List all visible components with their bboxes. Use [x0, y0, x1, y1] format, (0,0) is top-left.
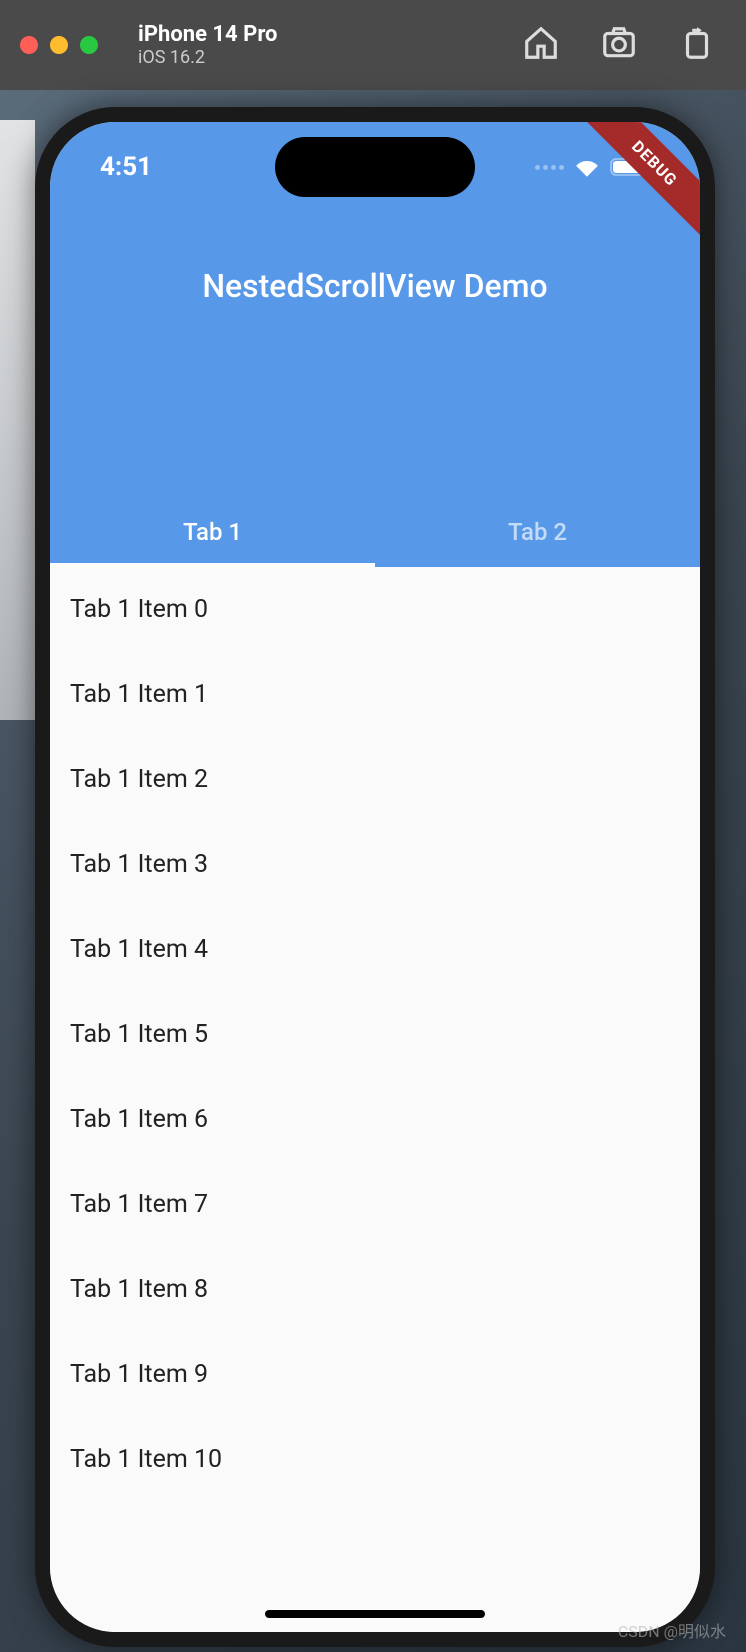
- screenshot-icon[interactable]: [600, 24, 638, 66]
- cellular-signal-icon: [535, 165, 564, 170]
- list-item[interactable]: Tab 1 Item 2: [50, 737, 700, 822]
- simulator-title-block: iPhone 14 Pro iOS 16.2: [138, 22, 277, 68]
- scrollable-list[interactable]: Tab 1 Item 0 Tab 1 Item 1 Tab 1 Item 2 T…: [50, 567, 700, 1632]
- tab-label: Tab 1: [183, 518, 242, 546]
- list-item[interactable]: Tab 1 Item 4: [50, 907, 700, 992]
- rotate-icon[interactable]: [678, 24, 716, 66]
- simulator-topbar: iPhone 14 Pro iOS 16.2: [0, 0, 746, 90]
- iphone-screen: DEBUG 4:51 NestedScr: [50, 122, 700, 1632]
- wifi-icon: [574, 157, 600, 177]
- close-window-button[interactable]: [20, 36, 38, 54]
- iphone-device-frame: DEBUG 4:51 NestedScr: [35, 107, 715, 1647]
- list-item[interactable]: Tab 1 Item 3: [50, 822, 700, 907]
- minimize-window-button[interactable]: [50, 36, 68, 54]
- list-item[interactable]: Tab 1 Item 10: [50, 1417, 700, 1502]
- maximize-window-button[interactable]: [80, 36, 98, 54]
- simulator-device-name: iPhone 14 Pro: [138, 22, 277, 47]
- tab-bar: Tab 1 Tab 2: [50, 497, 700, 567]
- list-item[interactable]: Tab 1 Item 0: [50, 567, 700, 652]
- tab-1[interactable]: Tab 1: [50, 497, 375, 567]
- desktop-background-strip: [0, 120, 35, 720]
- list-item[interactable]: Tab 1 Item 5: [50, 992, 700, 1077]
- status-bar-time: 4:51: [100, 152, 152, 182]
- list-item[interactable]: Tab 1 Item 1: [50, 652, 700, 737]
- tab-label: Tab 2: [508, 518, 567, 546]
- list-item[interactable]: Tab 1 Item 9: [50, 1332, 700, 1417]
- home-indicator[interactable]: [265, 1610, 485, 1618]
- home-icon[interactable]: [522, 24, 560, 66]
- list-item[interactable]: Tab 1 Item 8: [50, 1247, 700, 1332]
- app-bar-title: NestedScrollView Demo: [50, 267, 700, 305]
- simulator-toolbar-icons: [522, 24, 726, 66]
- watermark: CSDN @明似水: [618, 1618, 726, 1642]
- dynamic-island: [275, 137, 475, 197]
- list-item[interactable]: Tab 1 Item 6: [50, 1077, 700, 1162]
- window-traffic-lights: [20, 36, 98, 54]
- simulator-os-version: iOS 16.2: [138, 47, 277, 68]
- list-item[interactable]: Tab 1 Item 7: [50, 1162, 700, 1247]
- tab-2[interactable]: Tab 2: [375, 497, 700, 567]
